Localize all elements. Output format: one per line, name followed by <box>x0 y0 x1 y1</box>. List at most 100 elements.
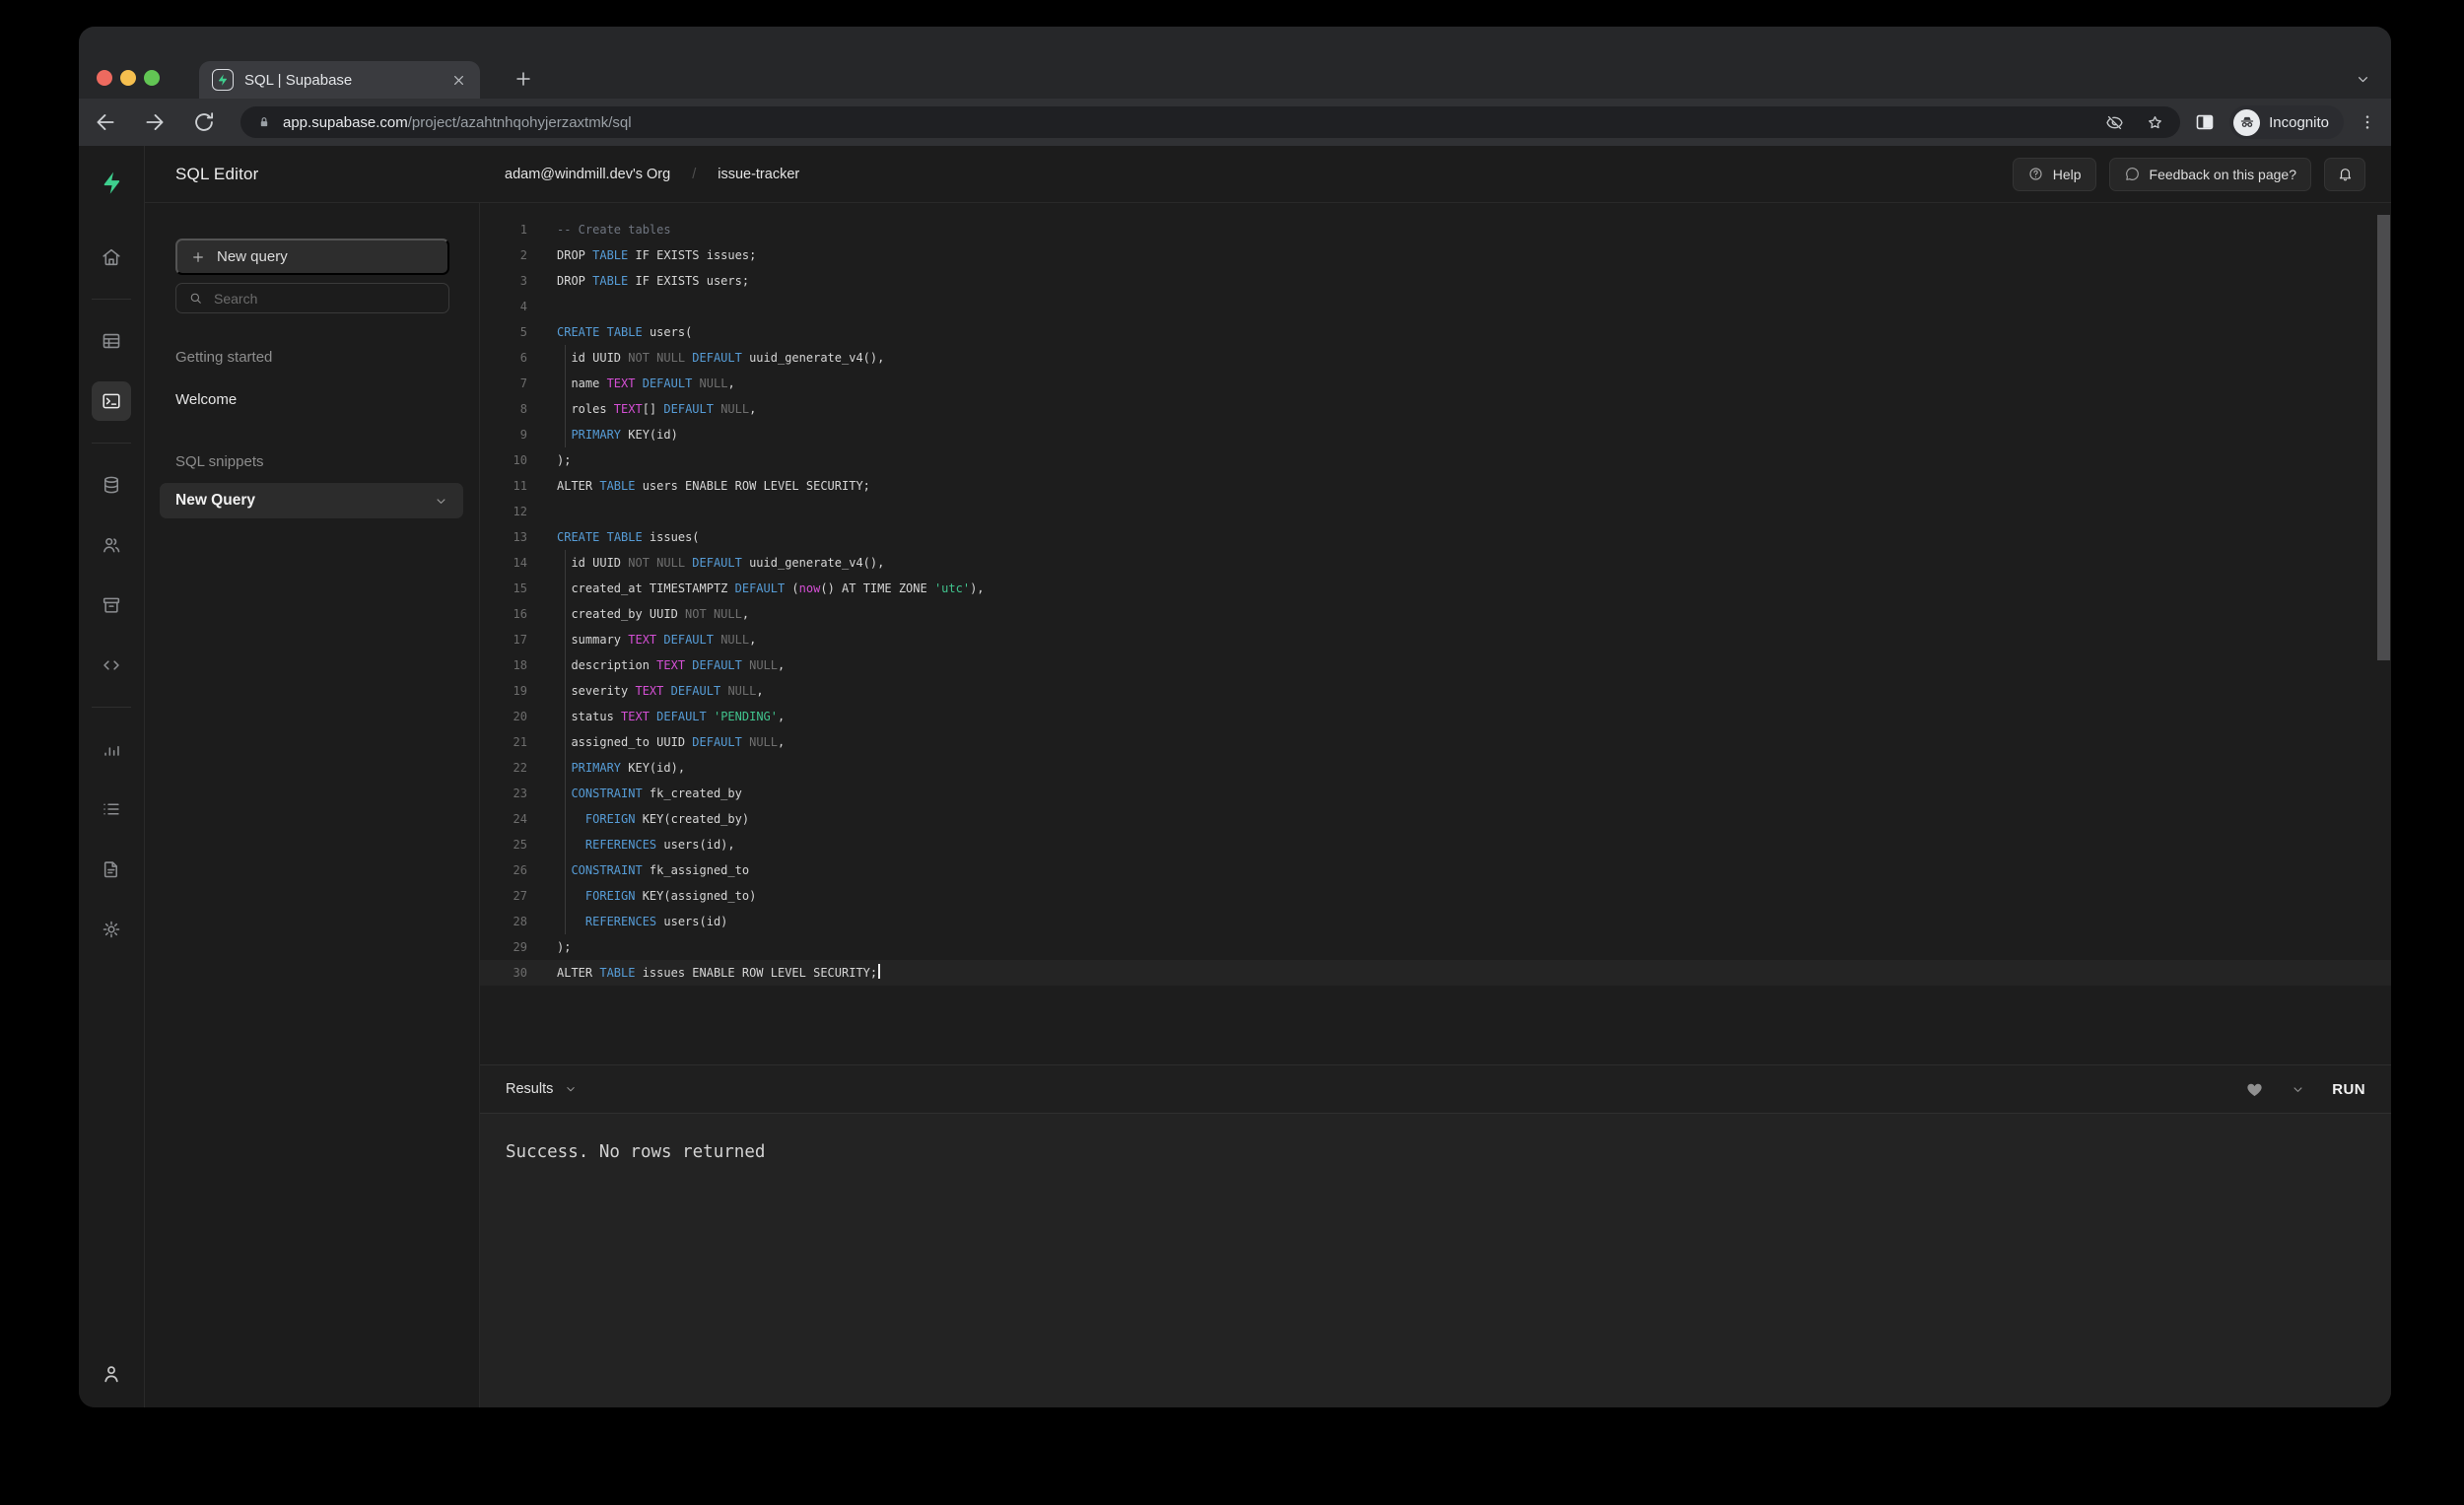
code-line[interactable]: 21 assigned_to UUID DEFAULT NULL, <box>480 729 2391 755</box>
nav-rail <box>79 146 145 1407</box>
bell-icon <box>2337 166 2354 182</box>
supabase-logo-icon[interactable] <box>99 170 125 196</box>
code-line[interactable]: 20 status TEXT DEFAULT 'PENDING', <box>480 704 2391 729</box>
feedback-label: Feedback on this page? <box>2150 167 2296 182</box>
code-text: name TEXT DEFAULT NULL, <box>557 371 735 396</box>
code-line[interactable]: 22 PRIMARY KEY(id), <box>480 755 2391 781</box>
code-line[interactable]: 8 roles TEXT[] DEFAULT NULL, <box>480 396 2391 422</box>
rail-item-home[interactable] <box>92 238 131 277</box>
new-query-label: New query <box>217 248 288 265</box>
run-options-chevron-icon[interactable] <box>2291 1082 2305 1097</box>
breadcrumb-org[interactable]: adam@windmill.dev's Org <box>505 167 670 182</box>
line-number: 19 <box>480 678 527 704</box>
code-line[interactable]: 23 CONSTRAINT fk_created_by <box>480 781 2391 806</box>
code-text: id UUID NOT NULL DEFAULT uuid_generate_v… <box>557 550 884 576</box>
search-input[interactable] <box>214 291 437 307</box>
account-icon[interactable] <box>100 1362 123 1386</box>
side-panel-icon[interactable] <box>2194 111 2216 133</box>
new-query-button[interactable]: New query <box>175 239 449 275</box>
feedback-button[interactable]: Feedback on this page? <box>2109 158 2311 191</box>
rail-item-reports[interactable] <box>92 729 131 769</box>
new-tab-button[interactable] <box>513 68 534 90</box>
code-line[interactable]: 27 FOREIGN KEY(assigned_to) <box>480 883 2391 909</box>
line-number: 8 <box>480 396 527 422</box>
code-line[interactable]: 28 REFERENCES users(id) <box>480 909 2391 934</box>
rail-item-logs[interactable] <box>92 789 131 829</box>
archive-icon <box>101 594 122 616</box>
app-body: New query Getting started Welcome SQL sn… <box>145 203 2391 1407</box>
line-number: 13 <box>480 524 527 550</box>
code-line[interactable]: 24 FOREIGN KEY(created_by) <box>480 806 2391 832</box>
code-icon <box>101 654 122 676</box>
code-line[interactable]: 18 description TEXT DEFAULT NULL, <box>480 652 2391 678</box>
sidebar-item-new-query-snippet[interactable]: New Query <box>160 483 463 518</box>
text-cursor <box>878 964 880 979</box>
tab-overview-chevron-icon[interactable] <box>2355 71 2371 88</box>
help-button[interactable]: Help <box>2013 158 2096 191</box>
browser-tab-strip: SQL | Supabase <box>79 27 2391 99</box>
code-line[interactable]: 4 <box>480 294 2391 319</box>
plus-icon <box>190 249 206 265</box>
code-line[interactable]: 25 REFERENCES users(id), <box>480 832 2391 857</box>
url-host: app.supabase.com <box>283 114 408 131</box>
code-line[interactable]: 19 severity TEXT DEFAULT NULL, <box>480 678 2391 704</box>
line-number: 25 <box>480 832 527 857</box>
eye-blocked-icon[interactable] <box>2105 113 2124 132</box>
bookmark-star-icon[interactable] <box>2146 113 2164 132</box>
code-line[interactable]: 13CREATE TABLE issues( <box>480 524 2391 550</box>
code-line[interactable]: 9 PRIMARY KEY(id) <box>480 422 2391 447</box>
back-button[interactable] <box>93 109 118 135</box>
window-minimize-button[interactable] <box>120 70 136 86</box>
address-bar[interactable]: app.supabase.com /project/azahtnhqohyjer… <box>240 106 2180 138</box>
code-line[interactable]: 1-- Create tables <box>480 217 2391 242</box>
forward-button[interactable] <box>142 109 168 135</box>
window-close-button[interactable] <box>97 70 112 86</box>
sql-code-editor[interactable]: 1-- Create tables2DROP TABLE IF EXISTS i… <box>480 203 2391 1064</box>
browser-tab-active[interactable]: SQL | Supabase <box>199 61 480 99</box>
run-button[interactable]: RUN <box>2332 1081 2365 1098</box>
rail-item-settings[interactable] <box>92 910 131 949</box>
breadcrumb-project[interactable]: issue-tracker <box>718 167 799 182</box>
browser-menu-icon[interactable] <box>2358 112 2377 132</box>
favorite-heart-icon[interactable] <box>2245 1080 2264 1099</box>
window-zoom-button[interactable] <box>144 70 160 86</box>
code-text: id UUID NOT NULL DEFAULT uuid_generate_v… <box>557 345 884 371</box>
rail-item-sql-editor[interactable] <box>92 381 131 421</box>
line-number: 28 <box>480 909 527 934</box>
search-box[interactable] <box>175 283 449 313</box>
table-icon <box>101 330 122 352</box>
rail-item-storage[interactable] <box>92 585 131 625</box>
code-line[interactable]: 15 created_at TIMESTAMPTZ DEFAULT (now()… <box>480 576 2391 601</box>
code-line[interactable]: 17 summary TEXT DEFAULT NULL, <box>480 627 2391 652</box>
code-line[interactable]: 5CREATE TABLE users( <box>480 319 2391 345</box>
code-line[interactable]: 7 name TEXT DEFAULT NULL, <box>480 371 2391 396</box>
code-text: status TEXT DEFAULT 'PENDING', <box>557 704 785 729</box>
code-line[interactable]: 3DROP TABLE IF EXISTS users; <box>480 268 2391 294</box>
chevron-down-icon[interactable] <box>434 494 448 509</box>
rail-item-table-editor[interactable] <box>92 321 131 361</box>
code-line[interactable]: 29); <box>480 934 2391 960</box>
sidebar-item-welcome[interactable]: Welcome <box>175 391 449 408</box>
rail-item-database[interactable] <box>92 465 131 505</box>
comment-icon <box>2124 166 2141 182</box>
reload-button[interactable] <box>191 109 217 135</box>
code-line[interactable]: 12 <box>480 499 2391 524</box>
tab-close-icon[interactable] <box>450 72 467 89</box>
code-line[interactable]: 10); <box>480 447 2391 473</box>
code-line[interactable]: 16 created_by UUID NOT NULL, <box>480 601 2391 627</box>
notifications-button[interactable] <box>2324 158 2365 191</box>
rail-item-edge-functions[interactable] <box>92 646 131 685</box>
code-line[interactable]: 30ALTER TABLE issues ENABLE ROW LEVEL SE… <box>480 960 2391 986</box>
code-text: description TEXT DEFAULT NULL, <box>557 652 785 678</box>
code-line[interactable]: 11ALTER TABLE users ENABLE ROW LEVEL SEC… <box>480 473 2391 499</box>
code-line[interactable]: 26 CONSTRAINT fk_assigned_to <box>480 857 2391 883</box>
rail-item-api-docs[interactable] <box>92 850 131 889</box>
code-line[interactable]: 6 id UUID NOT NULL DEFAULT uuid_generate… <box>480 345 2391 371</box>
scrollbar-thumb[interactable] <box>2377 215 2390 660</box>
rail-divider <box>92 707 131 708</box>
code-line[interactable]: 14 id UUID NOT NULL DEFAULT uuid_generat… <box>480 550 2391 576</box>
results-dropdown[interactable]: Results <box>506 1081 578 1097</box>
results-output: Success. No rows returned <box>480 1114 2391 1407</box>
rail-item-authentication[interactable] <box>92 525 131 565</box>
code-line[interactable]: 2DROP TABLE IF EXISTS issues; <box>480 242 2391 268</box>
